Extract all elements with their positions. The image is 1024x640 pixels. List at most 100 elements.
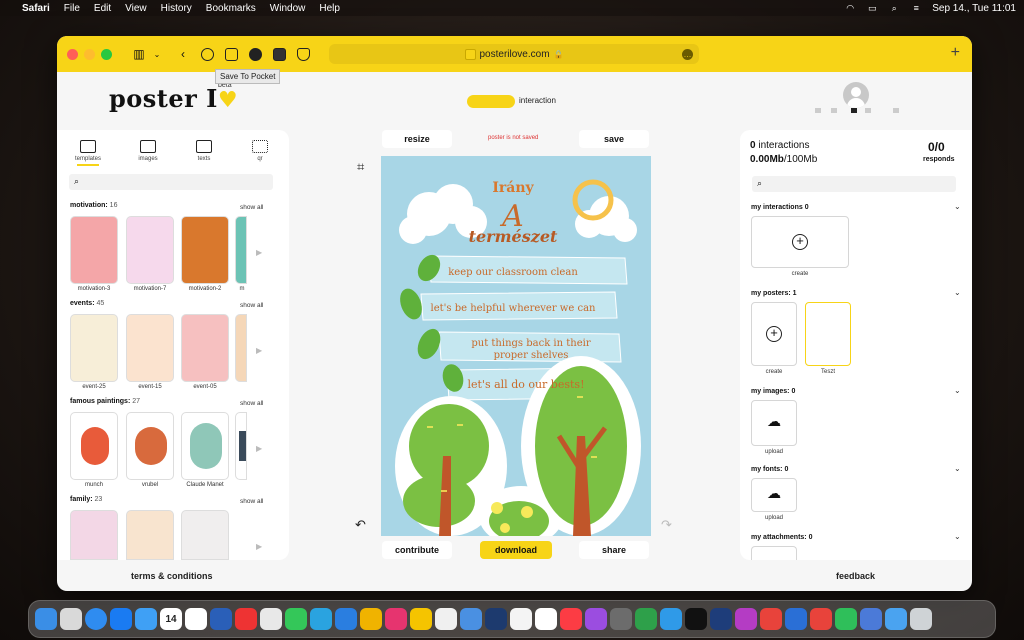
photos-icon[interactable] (360, 608, 382, 630)
upload-image-button[interactable]: ☁ (751, 400, 797, 446)
template-thumbnail[interactable] (126, 510, 174, 560)
app-icon[interactable] (335, 608, 357, 630)
wifi-icon[interactable]: ◠ (844, 3, 856, 13)
crop-icon[interactable]: ⌗ (357, 159, 364, 175)
section-title[interactable]: my images: 0 (751, 388, 795, 395)
app-icon[interactable] (860, 608, 882, 630)
feedback-link[interactable]: feedback (836, 571, 875, 581)
app-icon[interactable] (710, 608, 732, 630)
save-button[interactable]: save (579, 130, 649, 148)
chevron-down-icon[interactable]: ⌄ (954, 202, 961, 211)
template-thumbnail[interactable] (126, 216, 174, 284)
section-title[interactable]: my attachments: 0 (751, 534, 813, 541)
scroll-right-icon[interactable]: ▶ (256, 248, 262, 257)
app-icon[interactable] (760, 608, 782, 630)
telegram-icon[interactable] (310, 608, 332, 630)
section-title[interactable]: my posters: 1 (751, 290, 797, 297)
template-search-input[interactable]: ⌕ (69, 174, 273, 190)
template-thumbnail[interactable] (70, 412, 118, 480)
template-thumbnail[interactable] (181, 412, 229, 480)
shield-icon[interactable] (297, 47, 310, 61)
app-icon[interactable] (410, 608, 432, 630)
app-icon[interactable] (810, 608, 832, 630)
interaction-toggle[interactable] (467, 95, 515, 108)
podcasts-icon[interactable] (585, 608, 607, 630)
menu-file[interactable]: File (64, 3, 80, 14)
app-icon[interactable] (610, 608, 632, 630)
downloads-folder-icon[interactable] (885, 608, 907, 630)
app-icon[interactable] (535, 608, 557, 630)
scroll-right-icon[interactable]: ▶ (256, 346, 262, 355)
template-thumbnail[interactable] (126, 412, 174, 480)
address-bar[interactable]: posterilove.com 🔒 … (329, 44, 699, 64)
create-interaction-button[interactable]: + (751, 216, 849, 268)
app-icon[interactable] (260, 608, 282, 630)
trash-icon[interactable] (910, 608, 932, 630)
clock[interactable]: Sep 14., Tue 11:01 (932, 3, 1016, 14)
template-thumbnail[interactable] (181, 510, 229, 560)
facetime-icon[interactable] (835, 608, 857, 630)
poster-canvas[interactable]: Irány A természet keep our classroom cle… (381, 156, 651, 536)
app-store-icon[interactable] (110, 608, 132, 630)
close-window-button[interactable] (67, 48, 78, 60)
show-all-link[interactable]: show all (240, 498, 263, 505)
create-poster-button[interactable]: + (751, 302, 797, 366)
poster-thumbnail[interactable] (805, 302, 851, 366)
menu-edit[interactable]: Edit (94, 3, 111, 14)
download-button[interactable]: download (480, 541, 552, 559)
app-icon[interactable] (635, 608, 657, 630)
chevron-down-icon[interactable]: ⌄ (954, 386, 961, 395)
template-thumbnail[interactable] (181, 314, 229, 382)
pocket-icon[interactable] (225, 47, 238, 61)
app-icon[interactable] (735, 608, 757, 630)
template-thumbnail[interactable] (70, 216, 118, 284)
menu-window[interactable]: Window (270, 3, 306, 14)
finder-icon[interactable] (35, 608, 57, 630)
app-icon[interactable] (435, 608, 457, 630)
calendar-icon[interactable]: 14 (160, 608, 182, 630)
scroll-right-icon[interactable]: ▶ (256, 444, 262, 453)
section-title[interactable]: my fonts: 0 (751, 466, 788, 473)
zoom-window-button[interactable] (101, 48, 112, 60)
chevron-down-icon[interactable]: ⌄ (954, 288, 961, 297)
resize-button[interactable]: resize (382, 130, 452, 148)
tab-qr[interactable]: qr (240, 140, 280, 162)
template-thumbnail[interactable] (235, 216, 247, 284)
more-icon[interactable]: … (682, 48, 693, 60)
upload-font-button[interactable]: ☁ (751, 478, 797, 512)
template-thumbnail[interactable] (70, 314, 118, 382)
scroll-right-icon[interactable]: ▶ (256, 542, 262, 551)
app-menu[interactable]: Safari (22, 3, 50, 14)
control-center-icon[interactable]: ≡ (910, 3, 922, 13)
minimize-window-button[interactable] (84, 48, 95, 60)
reminders-icon[interactable] (185, 608, 207, 630)
menu-help[interactable]: Help (319, 3, 340, 14)
app-icon[interactable] (235, 608, 257, 630)
app-icon[interactable] (385, 608, 407, 630)
account-search-input[interactable]: ⌕ (752, 176, 956, 192)
new-tab-button[interactable]: + (951, 44, 960, 62)
avatar[interactable] (843, 82, 869, 108)
music-icon[interactable] (560, 608, 582, 630)
safari-icon[interactable] (85, 608, 107, 630)
app-icon[interactable] (460, 608, 482, 630)
extension-circle-icon[interactable] (249, 47, 262, 61)
undo-icon[interactable]: ↶ (355, 517, 366, 533)
section-title[interactable]: my interactions 0 (751, 204, 809, 211)
chevron-down-icon[interactable]: ⌄ (150, 47, 164, 61)
tab-templates[interactable]: templates (68, 140, 108, 166)
tab-images[interactable]: images (128, 140, 168, 162)
contribute-button[interactable]: contribute (382, 541, 452, 559)
1password-icon[interactable] (485, 608, 507, 630)
chevron-down-icon[interactable]: ⌄ (954, 464, 961, 473)
menu-view[interactable]: View (125, 3, 147, 14)
mail-icon[interactable] (135, 608, 157, 630)
template-thumbnail[interactable] (181, 216, 229, 284)
app-icon[interactable] (660, 608, 682, 630)
chevron-down-icon[interactable]: ⌄ (954, 532, 961, 541)
app-icon[interactable] (510, 608, 532, 630)
show-all-link[interactable]: show all (240, 302, 263, 309)
upload-attachment-button[interactable] (751, 546, 797, 560)
show-all-link[interactable]: show all (240, 204, 263, 211)
app-icon[interactable] (785, 608, 807, 630)
